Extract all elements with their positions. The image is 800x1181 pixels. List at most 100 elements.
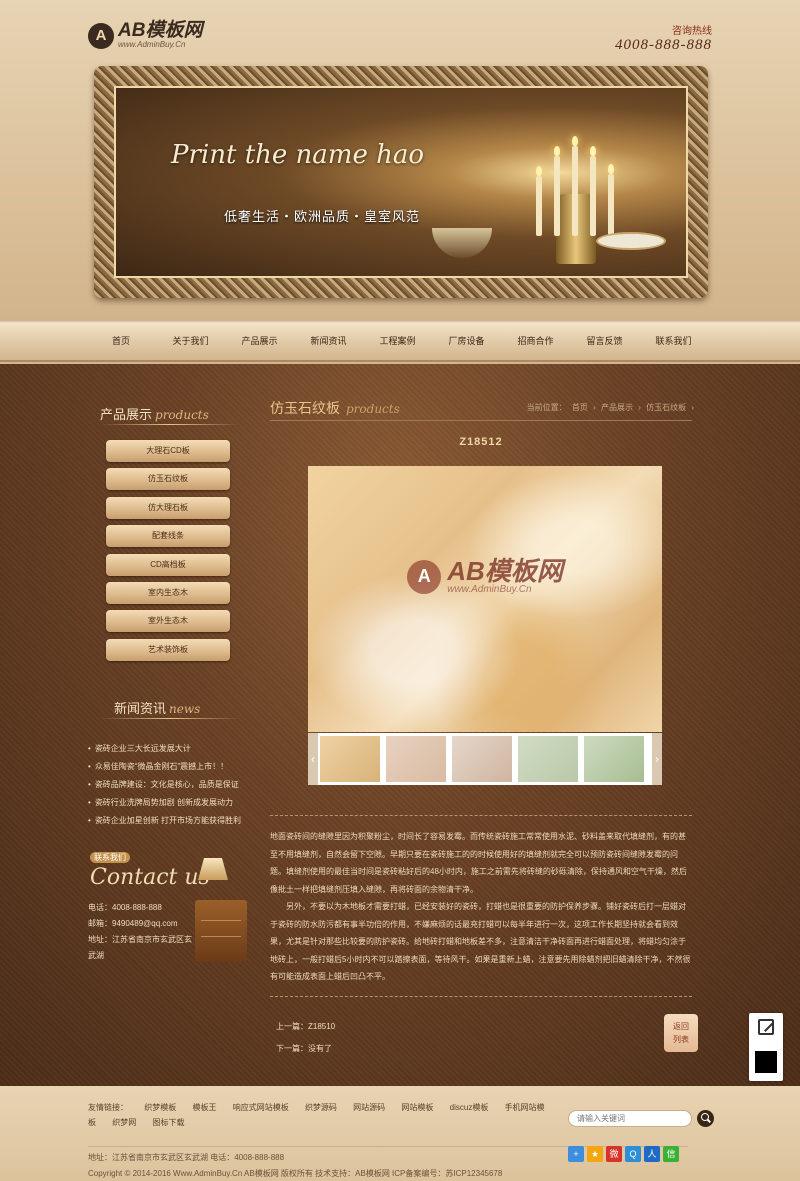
flame-decoration [554,146,560,156]
category-item[interactable]: 室内生态木 [106,581,230,604]
news-item[interactable]: 瓷砖企业加星创新 打开市场方能获得胜利 [88,812,248,830]
edit-icon[interactable] [758,1019,774,1035]
friend-link[interactable]: 织梦源码 [305,1103,337,1112]
thumbnail-strip: ‹ › [308,733,662,785]
news-heading: 新闻资讯 news [114,698,254,717]
contact-phone: 电话：4008-888-888 [88,903,162,912]
category-list: 大理石CD板 仿玉石纹板 仿大理石板 配套线条 CD高档板 室内生态木 室外生态… [106,440,230,667]
nav-cases[interactable]: 工程案例 [363,320,432,360]
news-item[interactable]: 瓷砖企业三大长远发展大计 [88,740,248,758]
nav-contact[interactable]: 联系我们 [639,320,708,360]
product-description: 地面瓷砖间的缝隙里因为积聚粉尘，时间长了容易发霉。而传统瓷砖施工常常使用水泥、砂… [270,828,692,986]
nav-about[interactable]: 关于我们 [156,320,225,360]
plate-decoration [596,232,666,250]
site-logo[interactable]: A AB模板网 www.AdminBuy.Cn [88,21,202,49]
qr-code-icon[interactable] [755,1051,777,1073]
logo-icon: A [88,22,114,49]
thumb-prev-icon[interactable]: ‹ [308,733,318,785]
category-item[interactable]: 仿玉石纹板 [106,468,230,491]
footer-address: 地址：江苏省南京市玄武区玄武湖 电话：4008-888-888 [88,1153,285,1162]
products-heading: 产品展示 products [100,404,240,423]
candle-decoration [590,156,596,236]
news-item[interactable]: 瓷砖行业洗牌局势加剧 创新成发展动力 [88,794,248,812]
next-link[interactable]: 下一篇：没有了 [276,1038,335,1060]
candle-decoration [554,156,560,236]
site-header: A AB模板网 www.AdminBuy.Cn 咨询热线 4008-888-88… [0,0,800,320]
back-label: 返回 [673,1022,689,1031]
friend-link[interactable]: 模板王 [192,1103,216,1112]
products-heading-script: products [155,408,209,422]
share-renren-icon[interactable]: 人 [644,1146,660,1162]
friend-link[interactable]: 网站源码 [353,1103,385,1112]
search-icon[interactable] [697,1110,714,1127]
share-wechat-icon[interactable]: 信 [663,1146,679,1162]
friend-link[interactable]: discuz模板 [450,1103,489,1112]
thumbnail[interactable] [386,736,446,782]
content-title-text: 仿玉石纹板 [270,401,340,417]
candle-decoration [536,176,542,236]
banner-slogan: 低奢生活・欧洲品质・皇室风范 [224,209,421,224]
banner-script-text: Print the name hao [171,140,424,170]
thumb-next-icon[interactable]: › [652,733,662,785]
hotline-number: 4008-888-888 [615,37,712,53]
friend-links: 友情链接： 织梦模板 模板王 响应式网站模板 织梦源码 网站源码 网站模板 di… [88,1100,558,1130]
content-title-script: products [346,402,400,416]
news-item[interactable]: 众易佳陶瓷“微晶金刚石”震撼上市！！ [88,758,248,776]
description-paragraph: 另外，不要以为木地板才需要打蜡，已经安装好的瓷砖，打蜡也是很重要的防护保养步骤。… [270,902,691,981]
nav-partnership[interactable]: 招商合作 [501,320,570,360]
hotline: 咨询热线 4008-888-888 [615,22,712,54]
flame-decoration [590,146,596,156]
product-image: A AB模板网 www.AdminBuy.Cn [308,466,662,732]
nav-products[interactable]: 产品展示 [225,320,294,360]
breadcrumb-home[interactable]: 首页 [572,403,588,412]
share-more-icon[interactable]: + [568,1146,584,1162]
search-input[interactable] [568,1110,692,1127]
product-name: Z18512 [459,436,503,448]
breadcrumb-separator: › [691,403,694,412]
prev-link[interactable]: 上一篇：Z18510 [276,1016,335,1038]
friend-links-label: 友情链接： [88,1103,128,1112]
category-item[interactable]: 配套线条 [106,525,230,548]
category-item[interactable]: 大理石CD板 [106,440,230,462]
thumbnail[interactable] [452,736,512,782]
candle-decoration [608,174,614,236]
category-item[interactable]: 艺术装饰板 [106,638,230,661]
logo-subtitle: www.AdminBuy.Cn [118,40,186,49]
nav-feedback[interactable]: 留言反馈 [570,320,639,360]
breadcrumb: 当前位置： 首页 › 产品展示 › 仿玉石纹板 › [524,402,694,413]
bowl-decoration [432,228,492,258]
products-heading-text: 产品展示 [100,408,153,423]
thumbnail[interactable] [584,736,644,782]
news-item[interactable]: 瓷砖品牌建设：文化是核心，品质是保证 [88,776,248,794]
nav-facilities[interactable]: 厂房设备 [432,320,501,360]
share-qzone-icon[interactable]: ★ [587,1146,603,1162]
news-list: 瓷砖企业三大长远发展大计 众易佳陶瓷“微晶金刚石”震撼上市！！ 瓷砖品牌建设：文… [88,740,248,830]
thumbnail[interactable] [320,736,380,782]
back-label: 列表 [673,1035,689,1044]
friend-link[interactable]: 图标下载 [152,1118,184,1127]
banner-frame: Print the name hao 低奢生活・欧洲品质・皇室风范 [94,66,708,298]
breadcrumb-current[interactable]: 仿玉石纹板 [646,403,686,412]
nav-home[interactable]: 首页 [88,320,156,360]
nav-news[interactable]: 新闻资讯 [294,320,363,360]
flame-decoration [608,164,614,174]
friend-link[interactable]: 网站模板 [401,1103,433,1112]
back-to-list-button[interactable]: 返回 列表 [664,1014,698,1052]
contact-heading: 联系我们 Contact us [90,850,210,890]
breadcrumb-separator: › [638,403,641,412]
watermark: A AB模板网 www.AdminBuy.Cn [308,558,662,595]
news-heading-text: 新闻资讯 [114,702,167,717]
category-item[interactable]: 仿大理石板 [106,496,230,519]
friend-link[interactable]: 响应式网站模板 [233,1103,289,1112]
category-item[interactable]: CD高档板 [106,553,230,576]
friend-link[interactable]: 织梦网 [112,1118,136,1127]
hotline-label: 咨询热线 [672,26,712,37]
breadcrumb-products[interactable]: 产品展示 [601,403,633,412]
category-item[interactable]: 室外生态木 [106,610,230,633]
breadcrumb-label: 当前位置： [526,403,567,412]
friend-link[interactable]: 织梦模板 [144,1103,176,1112]
thumbnail[interactable] [518,736,578,782]
share-qq-icon[interactable]: Q [625,1146,641,1162]
share-weibo-icon[interactable]: 微 [606,1146,622,1162]
banner-image: Print the name hao 低奢生活・欧洲品质・皇室风范 [114,86,688,278]
